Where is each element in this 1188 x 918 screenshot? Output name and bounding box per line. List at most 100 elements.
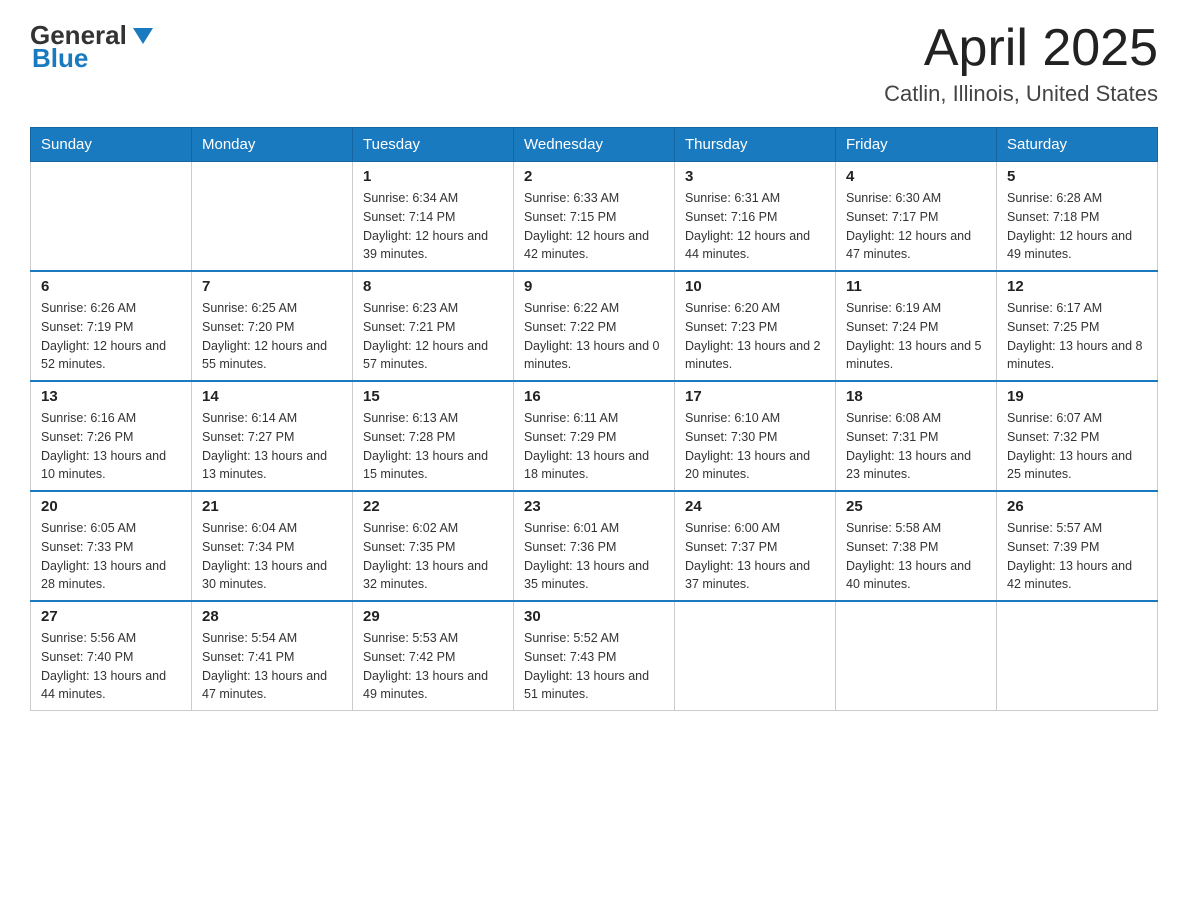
day-number: 17 [685,388,825,405]
day-info: Sunrise: 6:22 AMSunset: 7:22 PMDaylight:… [524,299,664,374]
day-info: Sunrise: 5:53 AMSunset: 7:42 PMDaylight:… [363,629,503,704]
day-info: Sunrise: 6:10 AMSunset: 7:30 PMDaylight:… [685,409,825,484]
table-row: 22 Sunrise: 6:02 AMSunset: 7:35 PMDayligh… [353,491,514,601]
location-title: Catlin, Illinois, United States [884,81,1158,107]
day-number: 3 [685,168,825,185]
day-number: 4 [846,168,986,185]
day-info: Sunrise: 5:56 AMSunset: 7:40 PMDaylight:… [41,629,181,704]
day-info: Sunrise: 6:31 AMSunset: 7:16 PMDaylight:… [685,189,825,264]
table-row [192,162,353,272]
day-info: Sunrise: 6:02 AMSunset: 7:35 PMDaylight:… [363,519,503,594]
day-info: Sunrise: 6:00 AMSunset: 7:37 PMDaylight:… [685,519,825,594]
day-info: Sunrise: 5:54 AMSunset: 7:41 PMDaylight:… [202,629,342,704]
header-friday: Friday [836,128,997,162]
table-row [31,162,192,272]
header-wednesday: Wednesday [514,128,675,162]
day-info: Sunrise: 6:30 AMSunset: 7:17 PMDaylight:… [846,189,986,264]
day-info: Sunrise: 6:05 AMSunset: 7:33 PMDaylight:… [41,519,181,594]
day-info: Sunrise: 6:14 AMSunset: 7:27 PMDaylight:… [202,409,342,484]
calendar-header-row: Sunday Monday Tuesday Wednesday Thursday… [31,128,1158,162]
header-thursday: Thursday [675,128,836,162]
day-number: 16 [524,388,664,405]
day-info: Sunrise: 6:04 AMSunset: 7:34 PMDaylight:… [202,519,342,594]
day-number: 9 [524,278,664,295]
calendar-week-row: 13 Sunrise: 6:16 AMSunset: 7:26 PMDayligh… [31,381,1158,491]
day-number: 19 [1007,388,1147,405]
day-info: Sunrise: 6:07 AMSunset: 7:32 PMDaylight:… [1007,409,1147,484]
table-row: 27 Sunrise: 5:56 AMSunset: 7:40 PMDayligh… [31,601,192,711]
day-number: 10 [685,278,825,295]
table-row: 17 Sunrise: 6:10 AMSunset: 7:30 PMDayligh… [675,381,836,491]
day-info: Sunrise: 6:17 AMSunset: 7:25 PMDaylight:… [1007,299,1147,374]
logo-triangle-icon [129,22,157,50]
table-row: 11 Sunrise: 6:19 AMSunset: 7:24 PMDayligh… [836,271,997,381]
day-number: 20 [41,498,181,515]
day-number: 27 [41,608,181,625]
day-number: 21 [202,498,342,515]
day-info: Sunrise: 6:13 AMSunset: 7:28 PMDaylight:… [363,409,503,484]
table-row: 13 Sunrise: 6:16 AMSunset: 7:26 PMDayligh… [31,381,192,491]
table-row: 24 Sunrise: 6:00 AMSunset: 7:37 PMDayligh… [675,491,836,601]
table-row: 20 Sunrise: 6:05 AMSunset: 7:33 PMDayligh… [31,491,192,601]
day-info: Sunrise: 6:33 AMSunset: 7:15 PMDaylight:… [524,189,664,264]
calendar-week-row: 1Sunrise: 6:34 AMSunset: 7:14 PMDaylight… [31,162,1158,272]
table-row: 9 Sunrise: 6:22 AMSunset: 7:22 PMDaylight… [514,271,675,381]
page-header: General Blue April 2025 Catlin, Illinois… [30,20,1158,107]
table-row: 29Sunrise: 5:53 AMSunset: 7:42 PMDayligh… [353,601,514,711]
table-row [836,601,997,711]
logo: General Blue [30,20,157,74]
table-row: 8 Sunrise: 6:23 AMSunset: 7:21 PMDaylight… [353,271,514,381]
day-info: Sunrise: 6:28 AMSunset: 7:18 PMDaylight:… [1007,189,1147,264]
day-info: Sunrise: 6:11 AMSunset: 7:29 PMDaylight:… [524,409,664,484]
day-number: 1 [363,168,503,185]
day-number: 12 [1007,278,1147,295]
table-row: 18Sunrise: 6:08 AMSunset: 7:31 PMDayligh… [836,381,997,491]
day-info: Sunrise: 6:19 AMSunset: 7:24 PMDaylight:… [846,299,986,374]
day-number: 13 [41,388,181,405]
table-row: 6 Sunrise: 6:26 AMSunset: 7:19 PMDaylight… [31,271,192,381]
calendar-week-row: 27 Sunrise: 5:56 AMSunset: 7:40 PMDayligh… [31,601,1158,711]
header-sunday: Sunday [31,128,192,162]
day-number: 30 [524,608,664,625]
table-row: 23Sunrise: 6:01 AMSunset: 7:36 PMDayligh… [514,491,675,601]
table-row: 16 Sunrise: 6:11 AMSunset: 7:29 PMDayligh… [514,381,675,491]
table-row: 26 Sunrise: 5:57 AMSunset: 7:39 PMDayligh… [997,491,1158,601]
table-row: 25Sunrise: 5:58 AMSunset: 7:38 PMDayligh… [836,491,997,601]
day-number: 6 [41,278,181,295]
table-row: 30 Sunrise: 5:52 AMSunset: 7:43 PMDayligh… [514,601,675,711]
day-number: 24 [685,498,825,515]
day-info: Sunrise: 5:57 AMSunset: 7:39 PMDaylight:… [1007,519,1147,594]
day-info: Sunrise: 6:26 AMSunset: 7:19 PMDaylight:… [41,299,181,374]
day-info: Sunrise: 5:52 AMSunset: 7:43 PMDaylight:… [524,629,664,704]
day-info: Sunrise: 6:20 AMSunset: 7:23 PMDaylight:… [685,299,825,374]
day-number: 8 [363,278,503,295]
day-number: 18 [846,388,986,405]
day-number: 11 [846,278,986,295]
table-row: 14 Sunrise: 6:14 AMSunset: 7:27 PMDayligh… [192,381,353,491]
day-info: Sunrise: 6:01 AMSunset: 7:36 PMDaylight:… [524,519,664,594]
table-row: 7Sunrise: 6:25 AMSunset: 7:20 PMDaylight… [192,271,353,381]
table-row [997,601,1158,711]
day-info: Sunrise: 6:16 AMSunset: 7:26 PMDaylight:… [41,409,181,484]
day-number: 7 [202,278,342,295]
day-info: Sunrise: 6:23 AMSunset: 7:21 PMDaylight:… [363,299,503,374]
header-tuesday: Tuesday [353,128,514,162]
day-number: 26 [1007,498,1147,515]
logo-blue: Blue [32,43,88,74]
table-row: 1Sunrise: 6:34 AMSunset: 7:14 PMDaylight… [353,162,514,272]
table-row: 10 Sunrise: 6:20 AMSunset: 7:23 PMDayligh… [675,271,836,381]
day-number: 28 [202,608,342,625]
table-row: 21 Sunrise: 6:04 AMSunset: 7:34 PMDayligh… [192,491,353,601]
table-row: 3 Sunrise: 6:31 AMSunset: 7:16 PMDaylight… [675,162,836,272]
table-row: 2Sunrise: 6:33 AMSunset: 7:15 PMDaylight… [514,162,675,272]
calendar-week-row: 6 Sunrise: 6:26 AMSunset: 7:19 PMDaylight… [31,271,1158,381]
header-saturday: Saturday [997,128,1158,162]
day-number: 5 [1007,168,1147,185]
table-row: 19 Sunrise: 6:07 AMSunset: 7:32 PMDayligh… [997,381,1158,491]
title-block: April 2025 Catlin, Illinois, United Stat… [884,20,1158,107]
day-number: 22 [363,498,503,515]
table-row: 28 Sunrise: 5:54 AMSunset: 7:41 PMDayligh… [192,601,353,711]
day-number: 14 [202,388,342,405]
calendar-week-row: 20 Sunrise: 6:05 AMSunset: 7:33 PMDayligh… [31,491,1158,601]
month-title: April 2025 [884,20,1158,77]
